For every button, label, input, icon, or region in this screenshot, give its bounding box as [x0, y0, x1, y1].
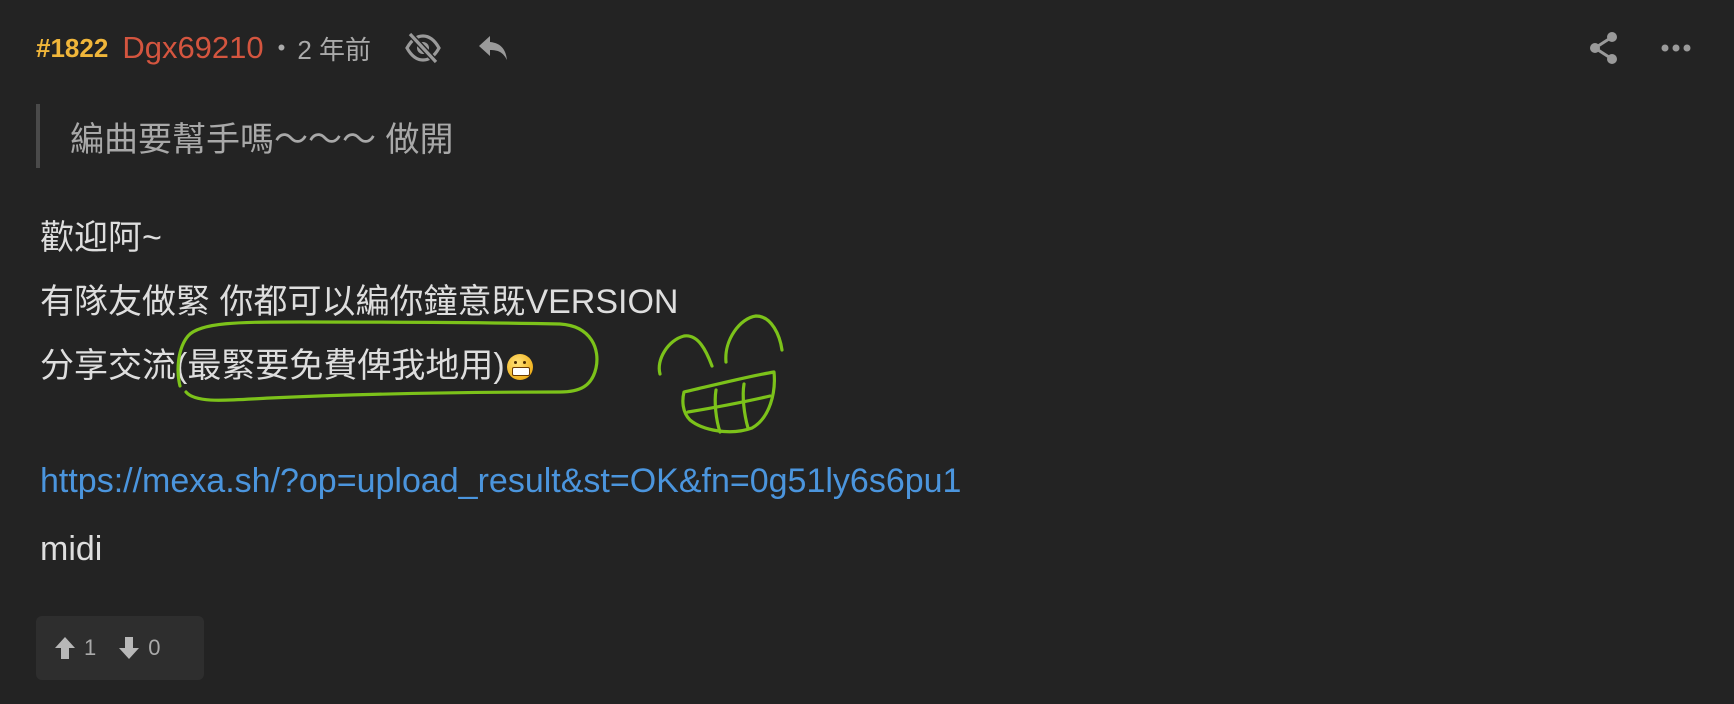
- annotation-eye-right: [724, 314, 784, 364]
- eye-slash-icon[interactable]: [401, 26, 445, 70]
- body-line-1: 歡迎阿~: [40, 219, 162, 257]
- arrow-down-icon: [119, 637, 140, 659]
- midi-text: midi: [40, 530, 103, 568]
- body-line-2: 有隊友做緊 你都可以編你鐘意既VERSION: [40, 283, 679, 321]
- vote-bar: 1 0: [36, 616, 204, 680]
- separator-dot: •: [277, 35, 286, 60]
- downvote-button[interactable]: 0: [118, 635, 161, 661]
- upvote-count: 1: [84, 635, 97, 660]
- reply-icon[interactable]: [471, 26, 515, 70]
- username-link[interactable]: Dgx69210: [122, 30, 263, 66]
- post-body: 歡迎阿~ 有隊友做緊 你都可以編你鐘意既VERSION 分享交流(最緊要免費俾我…: [40, 206, 678, 398]
- comment-post: #1822 Dgx69210 • 2 年前 編曲要幫手嗎～～～ 做開 歡迎阿~ …: [0, 0, 1734, 704]
- post-header: #1822 Dgx69210 • 2 年前: [36, 24, 1698, 72]
- upvote-button[interactable]: 1: [54, 635, 96, 661]
- arrow-up-icon: [55, 637, 75, 659]
- body-line-3-prefix: 分享交流: [40, 347, 176, 385]
- downvote-count: 0: [148, 635, 161, 660]
- body-line-3: 分享交流(最緊要免費俾我地用): [40, 334, 678, 398]
- annotation-teeth-line-2: [713, 388, 722, 434]
- annotation-mouth: [681, 370, 776, 434]
- annotation-teeth-line-1: [686, 394, 772, 414]
- more-dots-icon[interactable]: [1654, 26, 1698, 70]
- quote-content: 編曲要幫手嗎～～～ 做開: [70, 120, 454, 159]
- quoted-text: 編曲要幫手嗎～～～ 做開: [36, 104, 453, 168]
- post-number[interactable]: #1822: [36, 33, 108, 64]
- grin-emoji-icon: [506, 354, 533, 380]
- annotation-teeth-line-3: [741, 382, 750, 430]
- share-icon[interactable]: [1582, 26, 1626, 70]
- upload-link[interactable]: https://mexa.sh/?op=upload_result&st=OK&…: [40, 462, 961, 501]
- header-actions: [1554, 26, 1698, 70]
- body-line-3-highlight: (最緊要免費俾我地用): [176, 347, 505, 385]
- post-time: 2 年前: [297, 34, 372, 65]
